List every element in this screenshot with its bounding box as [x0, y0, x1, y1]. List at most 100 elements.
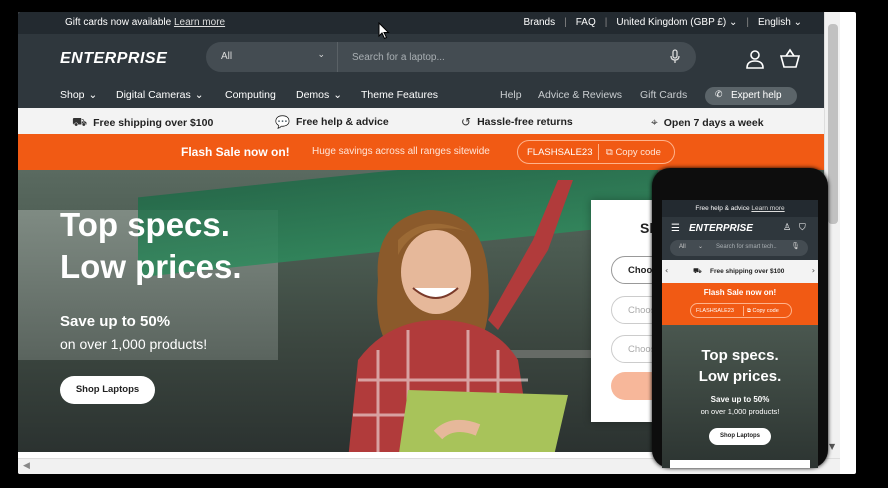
mobile-search-category[interactable]: All — [679, 244, 686, 250]
mobile-copy-code-button[interactable]: ⧉ Copy code — [747, 308, 779, 315]
usp-text: Free shipping over $100 — [93, 117, 214, 129]
mobile-hero-title: Top specs. Low prices. — [662, 345, 818, 387]
chevron-down-icon: ⌄ — [317, 49, 325, 59]
chevron-down-icon: ⌄ — [333, 89, 343, 101]
separator: | — [604, 17, 608, 28]
expert-help-button[interactable]: ✆ Expert help — [705, 87, 797, 105]
shop-laptops-button[interactable]: Shop Laptops — [60, 376, 155, 404]
mobile-flash-title: Flash Sale now on! — [703, 288, 777, 297]
country-selector[interactable]: United Kingdom (GBP £) ⌄ — [616, 17, 737, 28]
mobile-screen: Free help & advice Learn more ☰ ENTERPRI… — [662, 200, 818, 468]
usp-bar: ⛟ Free shipping over $100 💬 Free help & ad… — [18, 108, 840, 134]
utility-links: Brands | FAQ | United Kingdom (GBP £) ⌄ … — [523, 17, 802, 28]
nav-label: Digital Cameras — [116, 89, 191, 101]
chevron-down-icon: ⌄ — [88, 89, 98, 101]
microphone-icon[interactable]: 🎙 — [791, 242, 800, 250]
nav-item-demos[interactable]: Demos ⌄ — [296, 89, 342, 101]
cart-icon[interactable]: ⛉ — [799, 223, 806, 233]
faq-link[interactable]: FAQ — [576, 17, 596, 28]
hero-title: Top specs. Low prices. — [60, 204, 242, 288]
truck-icon: ⛟ — [72, 115, 88, 129]
search-category-select[interactable]: All ⌄ — [206, 42, 338, 72]
flash-sale-subtitle: Huge savings across all ranges sitewide — [312, 146, 490, 157]
scroll-left-arrow-icon[interactable]: ◀ — [23, 461, 30, 471]
nav-item-digital-cameras[interactable]: Digital Cameras ⌄ — [116, 89, 204, 101]
chevron-left-icon[interactable]: ‹ — [665, 266, 668, 275]
mobile-logo[interactable]: ENTERPRISE — [689, 223, 753, 234]
search-input[interactable] — [340, 42, 660, 72]
menu-icon[interactable]: ☰ — [671, 223, 680, 234]
nav-item-help[interactable]: Help — [500, 89, 522, 101]
mobile-copy-code-label: Copy code — [752, 308, 779, 314]
nav-label: Advice & Reviews — [538, 89, 623, 101]
mobile-announcement-bar: Free help & advice Learn more — [662, 200, 818, 217]
mobile-promo-code: FLASHSALE23 — [696, 308, 734, 314]
mobile-usp-text: Free shipping over $100 — [710, 268, 785, 275]
usp-text: Open 7 days a week — [663, 116, 764, 129]
nav-item-gift-cards[interactable]: Gift Cards — [640, 89, 687, 101]
expert-help-label: Expert help — [731, 90, 782, 101]
mobile-search-bar[interactable]: All ⌄ Search for smart tech.. 🎙 — [670, 240, 808, 256]
mobile-promo-code-box: FLASHSALE23 ⧉ Copy code — [690, 303, 792, 318]
flash-sale-title: Flash Sale now on! — [181, 145, 290, 159]
separator: | — [564, 17, 567, 28]
microphone-icon[interactable] — [668, 49, 682, 65]
account-icon[interactable] — [744, 48, 766, 70]
scroll-down-arrow-icon[interactable]: ▼ — [829, 442, 835, 451]
location-icon: ⌖ — [651, 115, 658, 129]
search-bar: All ⌄ — [206, 42, 696, 72]
nav-label: Shop — [60, 89, 85, 101]
announcement-bar: Gift cards now available Learn more Bran… — [18, 12, 840, 34]
truck-icon: ⛟ — [693, 267, 702, 275]
chevron-right-icon[interactable]: › — [812, 266, 815, 275]
chevron-down-icon: ⌄ — [698, 244, 704, 250]
usp-item: 💬 Free help & advice — [275, 115, 389, 129]
phone-icon: ✆ — [715, 90, 723, 100]
divider — [598, 144, 599, 160]
nav-item-advice-reviews[interactable]: Advice & Reviews — [538, 89, 622, 101]
copy-icon: ⧉ — [606, 147, 613, 158]
usp-item: ↺ Hassle-free returns — [461, 115, 573, 129]
mobile-hero-title-line1: Top specs. — [701, 347, 779, 364]
mobile-hero-sub: on over 1,000 products! — [700, 407, 780, 416]
nav-item-shop[interactable]: Shop ⌄ — [60, 89, 97, 101]
chevron-down-icon: ⌄ — [793, 17, 802, 28]
announcement-message: Gift cards now available — [65, 17, 172, 28]
mobile-header: ☰ ENTERPRISE ♙ ⛉ All ⌄ Search for smart … — [662, 217, 818, 260]
mobile-usp-carousel: ‹ ⛟ Free shipping over $100 › — [662, 260, 818, 283]
account-icon[interactable]: ♙ — [783, 223, 791, 233]
usp-item: ⌖ Open 7 days a week — [651, 115, 764, 130]
mobile-finder-card — [670, 460, 810, 468]
mobile-learn-more-link[interactable]: Learn more — [751, 205, 784, 212]
usp-text: Free help & advice — [295, 116, 389, 128]
copy-code-label: Copy code — [615, 147, 661, 158]
announcement-text: Gift cards now available Learn more — [65, 17, 225, 28]
mobile-search-placeholder: Search for smart tech.. — [716, 244, 777, 250]
cart-icon[interactable] — [779, 48, 801, 70]
usp-text: Hassle-free returns — [477, 116, 573, 128]
nav-label: Demos — [296, 89, 330, 101]
site-header: ENTERPRISE All ⌄ — [18, 34, 840, 84]
brands-link[interactable]: Brands — [523, 17, 555, 28]
mobile-hero-save: Save up to 50% — [710, 395, 770, 404]
site-logo[interactable]: ENTERPRISE — [60, 50, 167, 68]
hero-subtext: on over 1,000 products! — [60, 336, 208, 352]
language-label: English — [758, 17, 791, 28]
learn-more-link[interactable]: Learn more — [174, 17, 225, 28]
copy-code-button[interactable]: ⧉ Copy code — [606, 147, 661, 158]
return-icon: ↺ — [461, 115, 472, 129]
mobile-shop-laptops-button[interactable]: Shop Laptops — [709, 428, 771, 445]
divider — [743, 306, 744, 316]
search-category-label: All — [221, 51, 233, 62]
language-selector[interactable]: English ⌄ — [758, 17, 802, 28]
nav-item-computing[interactable]: Computing — [225, 89, 276, 101]
hero-title-line2: Low prices. — [60, 248, 242, 285]
mobile-hero: Top specs. Low prices. Save up to 50% on … — [662, 325, 818, 468]
scrollbar-thumb[interactable] — [828, 24, 838, 224]
country-label: United Kingdom (GBP £) — [616, 17, 727, 28]
hero-woman-with-laptop-image — [348, 180, 573, 452]
nav-item-theme-features[interactable]: Theme Features — [361, 89, 438, 101]
nav-label: Gift Cards — [640, 89, 688, 101]
copy-icon: ⧉ — [747, 308, 751, 314]
usp-item: ⛟ Free shipping over $100 — [72, 115, 213, 131]
